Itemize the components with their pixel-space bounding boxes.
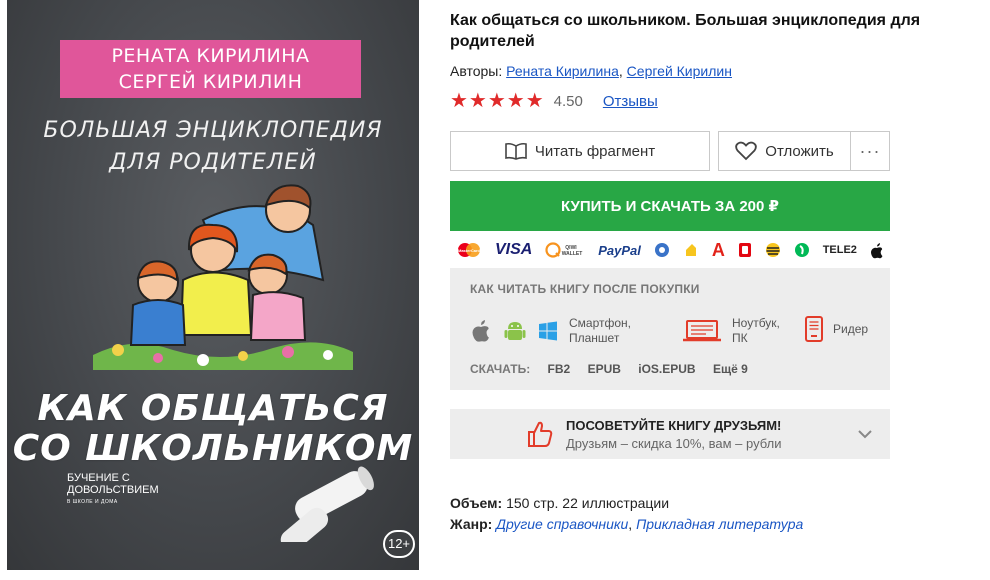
genre-label: Жанр: [450,516,493,532]
how-to-read-heading: КАК ЧИТАТЬ КНИГУ ПОСЛЕ ПОКУПКИ [470,282,700,296]
thumbs-up-icon [528,421,553,447]
chalk-illustration [280,466,374,542]
series-logo-line-2: ДОВОЛЬСТВИЕМ [67,484,159,496]
platform-laptop-line-1: Ноутбук, [732,316,780,330]
defer-label: Отложить [765,142,834,160]
svg-text:WALLET: WALLET [562,251,583,257]
format-ios-epub-link[interactable]: iOS.EPUB [638,362,695,376]
mastercard-icon: MasterCard [456,242,482,258]
how-to-read-panel: КАК ЧИТАТЬ КНИГУ ПОСЛЕ ПОКУПКИ Смартфон,… [450,268,890,390]
cover-series-logo: БУЧЕНИЕ С ДОВОЛЬСТВИЕМ В ШКОЛЕ И ДОМА [67,472,187,508]
series-logo-line-1: БУЧЕНИЕ С [67,472,130,484]
download-label: СКАЧАТЬ: [470,362,531,376]
family-illustration [93,184,353,370]
payment-methods: MasterCard VISA QIWI WALLET PayPal А TEL… [450,238,890,262]
recommend-subtitle: Друзьям – скидка 10%, вам – рубли [566,436,782,451]
defer-button[interactable]: Отложить [718,131,851,171]
platform-mobile-label: Смартфон, Планшет [569,316,631,346]
buy-download-button[interactable]: КУПИТЬ И СКАЧАТЬ ЗА 200 ₽ [450,181,890,231]
chevron-down-icon[interactable] [857,428,873,440]
rating-value: 4.50 [553,92,583,110]
cover-author-1: РЕНАТА КИРИЛИНА [111,45,310,67]
paypal-icon: PayPal [598,242,641,258]
platform-laptop[interactable]: Ноутбук, ПК [682,316,780,346]
genre-line: Жанр: Другие справочники, Прикладная лит… [450,516,803,532]
heart-icon [735,141,758,161]
apple-icon [472,320,489,342]
webmoney-icon [654,242,670,258]
rating-stars: ★★★★★ [450,90,545,112]
genre-link-2[interactable]: Прикладная литература [636,516,803,532]
volume-line: Объем: 150 стр. 22 иллюстрации [450,495,669,511]
yandex-money-icon [683,242,699,258]
volume-label: Объем: [450,495,503,511]
author-link-2[interactable]: Сергей Кирилин [627,63,732,79]
more-formats-link[interactable]: Ещё 9 [713,362,748,376]
author-link-1[interactable]: Рената Кирилина [506,63,619,79]
tele2-icon: TELE2 [822,244,857,256]
rating-row: ★★★★★ 4.50 Отзывы [450,91,658,111]
book-page: РЕНАТА КИРИЛИНА СЕРГЕЙ КИРИЛИН БОЛЬШАЯ Э… [0,0,990,580]
recommend-panel[interactable]: ПОСОВЕТУЙТЕ КНИГУ ДРУЗЬЯМ! Друзьям – ски… [450,409,890,459]
platform-mobile-line-2: Планшет [569,331,620,345]
more-options-button[interactable]: ··· [850,131,890,171]
book-title: Как общаться со школьником. Большая энци… [450,12,921,50]
cover-subtitle-1: БОЛЬШАЯ ЭНЦИКЛОПЕДИЯ [43,118,383,143]
book-cover[interactable]: РЕНАТА КИРИЛИНА СЕРГЕЙ КИРИЛИН БОЛЬШАЯ Э… [7,0,419,570]
format-fb2-link[interactable]: FB2 [548,362,571,376]
alfabank-icon: А [711,239,725,260]
platform-mobile-line-1: Смартфон, [569,316,632,330]
apple-pay-icon [870,242,884,259]
windows-icon [539,321,557,341]
android-icon [504,322,526,340]
cover-authors-banner: РЕНАТА КИРИЛИНА СЕРГЕЙ КИРИЛИН [60,40,361,98]
authors-separator: , [618,63,623,79]
mts-icon [738,242,752,258]
age-rating-badge: 12+ [383,530,415,558]
format-epub-link[interactable]: EPUB [588,362,621,376]
download-formats: СКАЧАТЬ: FB2 EPUB iOS.EPUB Ещё 9 [470,362,762,376]
megafon-icon [794,242,810,258]
genre-link-1[interactable]: Другие справочники [496,516,628,532]
genre-separator: , [628,516,633,532]
platform-mobile[interactable]: Смартфон, Планшет [470,316,631,346]
visa-icon: VISA [494,241,533,258]
cover-title-1: КАК ОБЩАТЬСЯ [37,388,389,429]
series-logo-line-3: В ШКОЛЕ И ДОМА [67,499,118,505]
reviews-link[interactable]: Отзывы [603,93,658,110]
platform-laptop-line-2: ПК [732,331,748,345]
read-fragment-label: Читать фрагмент [534,142,656,160]
read-fragment-button[interactable]: Читать фрагмент [450,131,710,171]
platform-reader-label: Ридер [833,321,869,336]
beeline-icon [765,242,781,258]
svg-text:MasterCard: MasterCard [458,248,481,253]
platform-laptop-label: Ноутбук, ПК [732,316,780,346]
recommend-title: ПОСОВЕТУЙТЕ КНИГУ ДРУЗЬЯМ! [566,418,782,433]
qiwi-icon: QIWI WALLET [545,241,585,259]
open-book-icon [505,142,527,160]
volume-value: 150 стр. 22 иллюстрации [506,495,670,511]
laptop-icon [683,320,721,342]
ereader-icon [805,316,823,342]
cover-author-2: СЕРГЕЙ КИРИЛИН [118,71,303,93]
platform-reader[interactable]: Ридер [804,316,868,342]
more-dots-icon: ··· [859,140,881,161]
authors-label: Авторы: [450,63,503,79]
authors-line: Авторы: Рената Кирилина, Сергей Кирилин [450,63,732,79]
